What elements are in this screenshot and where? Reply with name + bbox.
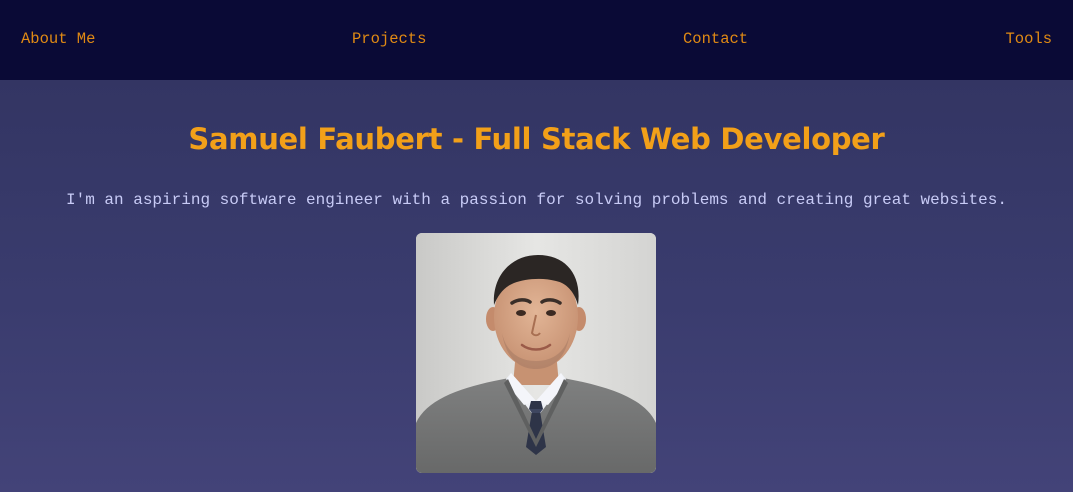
profile-photo-illustration [416,233,656,473]
page-title: Samuel Faubert - Full Stack Web Develope… [188,122,885,156]
profile-photo [416,233,656,473]
hero-subtitle: I'm an aspiring software engineer with a… [66,191,1007,209]
top-navbar: About Me Projects Contact Tools [0,0,1073,80]
nav-link-tools[interactable]: Tools [1005,30,1052,48]
nav-link-about-me[interactable]: About Me [21,30,95,48]
nav-link-contact[interactable]: Contact [683,30,748,48]
nav-link-projects[interactable]: Projects [352,30,426,48]
